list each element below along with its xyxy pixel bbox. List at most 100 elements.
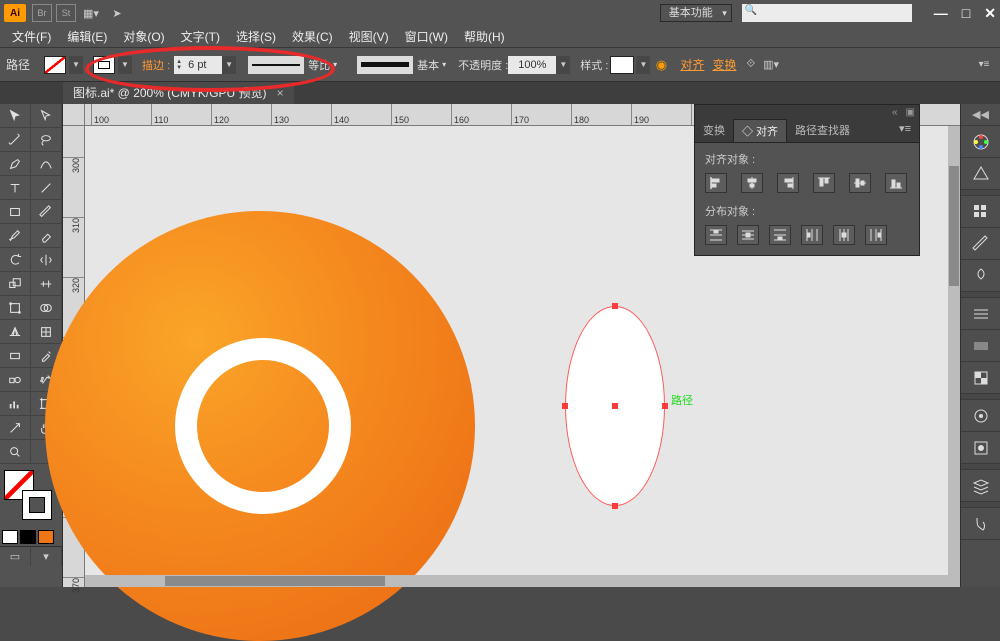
- stroke-weight-label[interactable]: 描边 :: [142, 57, 170, 73]
- stroke-indicator[interactable]: [22, 490, 52, 520]
- line-segment-tool[interactable]: [31, 176, 62, 200]
- layers-panel-icon[interactable]: [961, 470, 1000, 502]
- pen-tool[interactable]: [0, 152, 31, 176]
- bridge-button[interactable]: Br: [32, 4, 52, 22]
- dist-left-button[interactable]: [801, 225, 823, 245]
- mesh-tool[interactable]: [31, 320, 62, 344]
- vertical-scrollbar[interactable]: [948, 126, 960, 587]
- width-tool[interactable]: [31, 272, 62, 296]
- slice-tool[interactable]: [0, 416, 31, 440]
- arrange-docs-button[interactable]: ▦▾: [80, 4, 102, 22]
- graphic-style-swatch[interactable]: [610, 56, 634, 74]
- window-maximize-button[interactable]: □: [962, 5, 970, 22]
- transform-link[interactable]: 变换: [712, 56, 736, 73]
- menu-help[interactable]: 帮助(H): [456, 28, 513, 45]
- align-right-button[interactable]: [777, 173, 799, 193]
- menu-edit[interactable]: 编辑(E): [59, 28, 115, 45]
- stroke-weight-input[interactable]: ▲▼ 6 pt: [174, 56, 222, 74]
- isolate-icon[interactable]: ⟐: [746, 58, 755, 71]
- curvature-tool[interactable]: [31, 152, 62, 176]
- dist-bottom-button[interactable]: [769, 225, 791, 245]
- direct-selection-tool[interactable]: [31, 104, 62, 128]
- rotate-tool[interactable]: [0, 248, 31, 272]
- brush-label[interactable]: 基本: [417, 57, 446, 73]
- mini-swatch-white[interactable]: [2, 530, 18, 544]
- fill-dropdown[interactable]: ▼: [69, 56, 83, 74]
- dist-right-button[interactable]: [865, 225, 887, 245]
- symbols-panel-icon[interactable]: [961, 260, 1000, 292]
- appearance-panel-icon[interactable]: [961, 400, 1000, 432]
- align-hcenter-button[interactable]: [741, 173, 763, 193]
- menu-effect[interactable]: 效果(C): [284, 28, 341, 45]
- opacity-label[interactable]: 不透明度 :: [458, 57, 508, 73]
- blend-tool[interactable]: [0, 368, 31, 392]
- lasso-tool[interactable]: [31, 128, 62, 152]
- selected-ellipse-path[interactable]: [565, 306, 665, 506]
- anchor-bottom[interactable]: [612, 503, 618, 509]
- panel-close-icon[interactable]: ▣: [906, 107, 915, 118]
- paintbrush-tool[interactable]: [31, 200, 62, 224]
- window-minimize-button[interactable]: —: [934, 5, 948, 22]
- anchor-top[interactable]: [612, 303, 618, 309]
- menu-type[interactable]: 文字(T): [173, 28, 228, 45]
- graphic-styles-panel-icon[interactable]: [961, 432, 1000, 464]
- stroke-weight-dropdown[interactable]: ▼: [222, 56, 236, 74]
- menu-file[interactable]: 文件(F): [4, 28, 59, 45]
- screen-mode-dropdown[interactable]: ▾: [31, 546, 62, 566]
- dist-hcenter-button[interactable]: [833, 225, 855, 245]
- brushes-panel-icon[interactable]: [961, 228, 1000, 260]
- profile-label[interactable]: 等比: [308, 57, 337, 73]
- perspective-grid-tool[interactable]: [0, 320, 31, 344]
- search-input[interactable]: [742, 4, 912, 22]
- menu-window[interactable]: 窗口(W): [397, 28, 456, 45]
- stroke-panel-icon[interactable]: [961, 298, 1000, 330]
- color-panel-icon[interactable]: [961, 126, 1000, 158]
- control-bar-menu[interactable]: ▾≡: [974, 56, 994, 74]
- anchor-center[interactable]: [612, 403, 618, 409]
- dock-expand-icon[interactable]: ◀◀: [961, 104, 1000, 126]
- panel-tab-align[interactable]: ◇ 对齐: [733, 119, 787, 142]
- clip-dropdown-icon[interactable]: ▥▾: [763, 58, 779, 71]
- panel-menu-icon[interactable]: ▾≡: [891, 119, 919, 142]
- stroke-swatch[interactable]: [93, 56, 115, 74]
- pencil-tool[interactable]: [0, 224, 31, 248]
- window-close-button[interactable]: ✕: [984, 5, 996, 22]
- menu-view[interactable]: 视图(V): [341, 28, 397, 45]
- swatches-panel-icon[interactable]: [961, 196, 1000, 228]
- libraries-panel-icon[interactable]: [961, 508, 1000, 540]
- gradient-panel-icon[interactable]: [961, 330, 1000, 362]
- workspace-switcher[interactable]: 基本功能: [660, 4, 732, 22]
- color-guide-panel-icon[interactable]: [961, 158, 1000, 190]
- type-tool[interactable]: [0, 176, 31, 200]
- close-tab-icon[interactable]: ×: [277, 86, 284, 100]
- recolor-artwork-icon[interactable]: ◉: [650, 56, 672, 74]
- panel-tab-pathfinder[interactable]: 路径查找器: [787, 119, 858, 142]
- rectangle-tool[interactable]: [0, 200, 31, 224]
- horizontal-scrollbar[interactable]: [85, 575, 960, 587]
- menu-object[interactable]: 对象(O): [115, 28, 172, 45]
- scale-tool[interactable]: [0, 272, 31, 296]
- zoom-tool[interactable]: [0, 440, 31, 464]
- dist-vcenter-button[interactable]: [737, 225, 759, 245]
- stock-button[interactable]: St: [56, 4, 76, 22]
- mini-swatch-orange[interactable]: [38, 530, 54, 544]
- align-link[interactable]: 对齐: [680, 56, 704, 73]
- opacity-dropdown[interactable]: ▼: [556, 56, 570, 74]
- artwork-white-ring[interactable]: [175, 338, 351, 514]
- shape-builder-tool[interactable]: [31, 296, 62, 320]
- variable-width-profile[interactable]: [248, 56, 304, 74]
- anchor-left[interactable]: [562, 403, 568, 409]
- selection-tool[interactable]: [0, 104, 31, 128]
- gpu-rocket-icon[interactable]: ➤: [106, 4, 128, 22]
- reflect-tool[interactable]: [31, 248, 62, 272]
- align-bottom-button[interactable]: [885, 173, 907, 193]
- style-dropdown[interactable]: ▼: [636, 56, 650, 74]
- ruler-origin[interactable]: [63, 104, 85, 126]
- panel-tab-transform[interactable]: 变换: [695, 119, 733, 142]
- screen-mode-normal[interactable]: ▭: [0, 546, 31, 566]
- opacity-input[interactable]: 100%: [508, 56, 556, 74]
- stroke-dropdown[interactable]: ▼: [118, 56, 132, 74]
- transparency-panel-icon[interactable]: [961, 362, 1000, 394]
- magic-wand-tool[interactable]: [0, 128, 31, 152]
- gradient-tool[interactable]: [0, 344, 31, 368]
